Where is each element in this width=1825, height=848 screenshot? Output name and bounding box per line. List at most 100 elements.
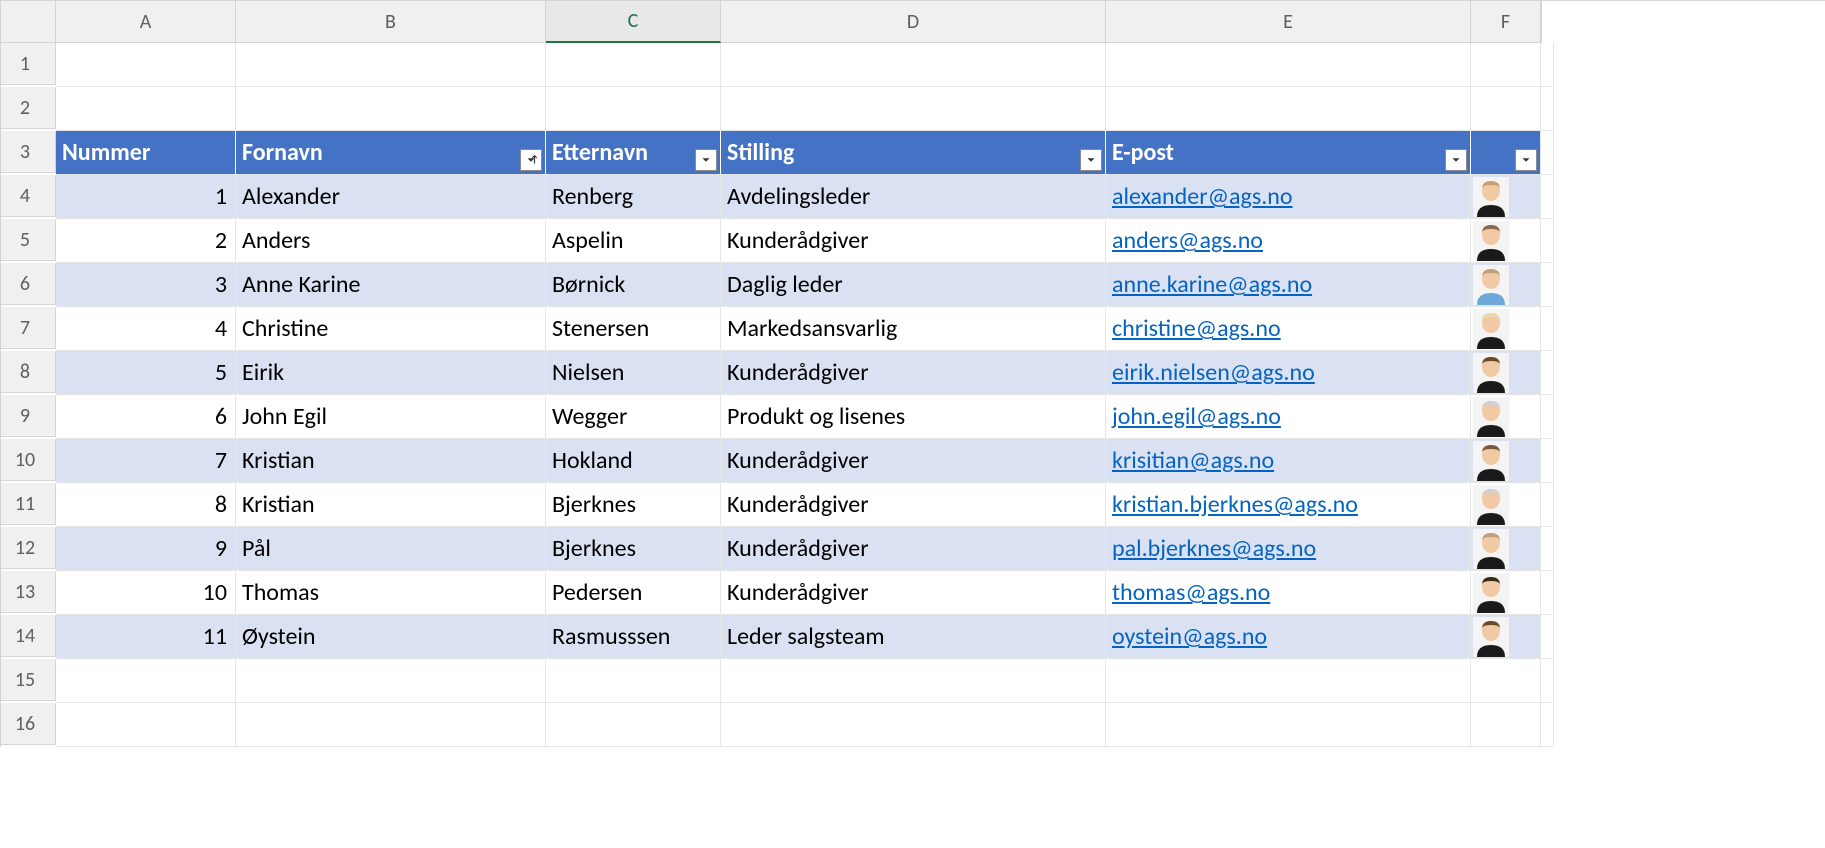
table-header-epost[interactable]: E-post	[1106, 131, 1471, 175]
row-header-8[interactable]: 8	[1, 351, 56, 393]
cell-A1[interactable]	[56, 43, 236, 87]
row-header-1[interactable]: 1	[1, 43, 56, 85]
cell-etternavn[interactable]: Renberg	[546, 175, 721, 219]
cell-epost-link[interactable]: christine@ags.no	[1106, 307, 1471, 351]
cell-etternavn[interactable]: Wegger	[546, 395, 721, 439]
cell-etternavn[interactable]: Pedersen	[546, 571, 721, 615]
cell-E15[interactable]	[1106, 659, 1471, 703]
cell-fornavn[interactable]: Anders	[236, 219, 546, 263]
cell-nummer[interactable]: 11	[56, 615, 236, 659]
cell-B2[interactable]	[236, 87, 546, 131]
cell-E1[interactable]	[1106, 43, 1471, 87]
cell-epost-link[interactable]: eirik.nielsen@ags.no	[1106, 351, 1471, 395]
cell-stilling[interactable]: Leder salgsteam	[721, 615, 1106, 659]
cell-nummer[interactable]: 2	[56, 219, 236, 263]
cell-F1[interactable]	[1471, 43, 1541, 87]
cell-B16[interactable]	[236, 703, 546, 747]
cell-nummer[interactable]: 3	[56, 263, 236, 307]
cell-nummer[interactable]: 8	[56, 483, 236, 527]
cell-D1[interactable]	[721, 43, 1106, 87]
cell-avatar[interactable]	[1471, 263, 1541, 307]
row-header-10[interactable]: 10	[1, 439, 56, 481]
cell-F16[interactable]	[1471, 703, 1541, 747]
cell-stilling[interactable]: Kunderådgiver	[721, 483, 1106, 527]
cell-epost-link[interactable]: kristian.bjerknes@ags.no	[1106, 483, 1471, 527]
column-header-C[interactable]: C	[546, 1, 721, 43]
cell-stilling[interactable]: Kunderådgiver	[721, 219, 1106, 263]
cell-C1[interactable]	[546, 43, 721, 87]
cell-stilling[interactable]: Kunderådgiver	[721, 527, 1106, 571]
cell-etternavn[interactable]: Nielsen	[546, 351, 721, 395]
cell-avatar[interactable]	[1471, 571, 1541, 615]
cell-D2[interactable]	[721, 87, 1106, 131]
cell-D16[interactable]	[721, 703, 1106, 747]
cell-epost-link[interactable]: oystein@ags.no	[1106, 615, 1471, 659]
cell-avatar[interactable]	[1471, 615, 1541, 659]
cell-F15[interactable]	[1471, 659, 1541, 703]
cell-stilling[interactable]: Kunderådgiver	[721, 439, 1106, 483]
cell-fornavn[interactable]: Pål	[236, 527, 546, 571]
row-header-6[interactable]: 6	[1, 263, 56, 305]
filter-dropdown-icon[interactable]	[1515, 149, 1537, 171]
cell-fornavn[interactable]: John Egil	[236, 395, 546, 439]
cell-nummer[interactable]: 4	[56, 307, 236, 351]
cell-nummer[interactable]: 5	[56, 351, 236, 395]
cell-etternavn[interactable]: Børnick	[546, 263, 721, 307]
row-header-15[interactable]: 15	[1, 659, 56, 701]
cell-fornavn[interactable]: Eirik	[236, 351, 546, 395]
column-header-F[interactable]: F	[1471, 1, 1541, 43]
table-header-fornavn[interactable]: Fornavn	[236, 131, 546, 175]
cell-avatar[interactable]	[1471, 527, 1541, 571]
cell-epost-link[interactable]: thomas@ags.no	[1106, 571, 1471, 615]
table-header-etternavn[interactable]: Etternavn	[546, 131, 721, 175]
cell-avatar[interactable]	[1471, 483, 1541, 527]
row-header-3[interactable]: 3	[1, 131, 56, 173]
row-header-7[interactable]: 7	[1, 307, 56, 349]
cell-stilling[interactable]: Daglig leder	[721, 263, 1106, 307]
table-header-stilling[interactable]: Stilling	[721, 131, 1106, 175]
cell-etternavn[interactable]: Aspelin	[546, 219, 721, 263]
cell-avatar[interactable]	[1471, 219, 1541, 263]
table-header-bilde[interactable]	[1471, 131, 1541, 175]
cell-etternavn[interactable]: Bjerknes	[546, 483, 721, 527]
cell-C2[interactable]	[546, 87, 721, 131]
cell-epost-link[interactable]: john.egil@ags.no	[1106, 395, 1471, 439]
cell-stilling[interactable]: Kunderådgiver	[721, 351, 1106, 395]
filter-dropdown-icon[interactable]	[1080, 149, 1102, 171]
cell-avatar[interactable]	[1471, 439, 1541, 483]
cell-stilling[interactable]: Kunderådgiver	[721, 571, 1106, 615]
cell-stilling[interactable]: Avdelingsleder	[721, 175, 1106, 219]
cell-epost-link[interactable]: alexander@ags.no	[1106, 175, 1471, 219]
cell-etternavn[interactable]: Rasmusssen	[546, 615, 721, 659]
cell-epost-link[interactable]: pal.bjerknes@ags.no	[1106, 527, 1471, 571]
cell-E2[interactable]	[1106, 87, 1471, 131]
cell-fornavn[interactable]: Christine	[236, 307, 546, 351]
cell-fornavn[interactable]: Anne Karine	[236, 263, 546, 307]
cell-fornavn[interactable]: Kristian	[236, 483, 546, 527]
row-header-16[interactable]: 16	[1, 703, 56, 745]
cell-avatar[interactable]	[1471, 351, 1541, 395]
row-header-2[interactable]: 2	[1, 87, 56, 129]
cell-fornavn[interactable]: Kristian	[236, 439, 546, 483]
cell-nummer[interactable]: 6	[56, 395, 236, 439]
cell-E16[interactable]	[1106, 703, 1471, 747]
cell-fornavn[interactable]: Thomas	[236, 571, 546, 615]
cell-nummer[interactable]: 1	[56, 175, 236, 219]
cell-etternavn[interactable]: Stenersen	[546, 307, 721, 351]
column-header-D[interactable]: D	[721, 1, 1106, 43]
cell-C15[interactable]	[546, 659, 721, 703]
cell-avatar[interactable]	[1471, 395, 1541, 439]
filter-dropdown-icon[interactable]	[1445, 149, 1467, 171]
cell-F2[interactable]	[1471, 87, 1541, 131]
cell-etternavn[interactable]: Bjerknes	[546, 527, 721, 571]
select-all-corner[interactable]	[1, 1, 56, 43]
cell-etternavn[interactable]: Hokland	[546, 439, 721, 483]
table-header-nummer[interactable]: Nummer	[56, 131, 236, 175]
cell-B15[interactable]	[236, 659, 546, 703]
cell-D15[interactable]	[721, 659, 1106, 703]
cell-epost-link[interactable]: anne.karine@ags.no	[1106, 263, 1471, 307]
spreadsheet-grid[interactable]: ABCDEF123NummerFornavnEtternavnStillingE…	[0, 0, 1825, 747]
row-header-14[interactable]: 14	[1, 615, 56, 657]
cell-avatar[interactable]	[1471, 175, 1541, 219]
cell-nummer[interactable]: 9	[56, 527, 236, 571]
